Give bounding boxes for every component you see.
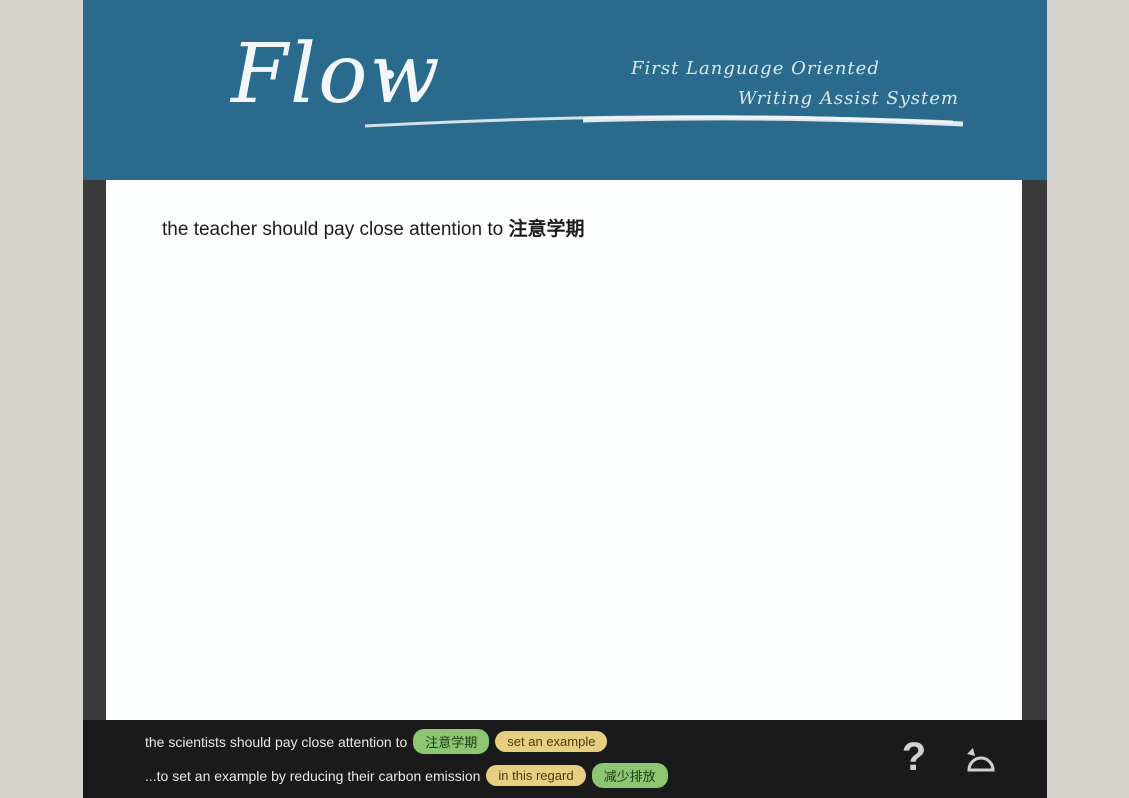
undo-icon[interactable]	[961, 740, 1001, 780]
suggestion-chip[interactable]: 注意学期	[413, 729, 490, 754]
tagline-line2: Writing Assist System	[738, 88, 959, 109]
tagline-line1: First Language Oriented	[631, 58, 880, 79]
suggestion-text: the scientists should pay close attentio…	[145, 733, 408, 750]
header-banner: Flow First Language Oriented Writing Ass…	[83, 0, 1047, 180]
suggestion-text: ...to set an example by reducing their c…	[145, 767, 481, 784]
suggestion-chip[interactable]: set an example	[495, 731, 608, 752]
editor-highlight: 注意学期	[508, 219, 585, 240]
suggestion-bar: the scientists should pay close attentio…	[83, 720, 1047, 798]
logo-dot-icon	[385, 70, 394, 79]
app-window: Flow First Language Oriented Writing Ass…	[83, 0, 1047, 798]
text-editor[interactable]: the teacher should pay close attention t…	[106, 180, 1022, 720]
suggestion-row[interactable]: the scientists should pay close attentio…	[145, 729, 608, 754]
suggestion-row[interactable]: ...to set an example by reducing their c…	[145, 763, 668, 788]
suggestion-chip[interactable]: 减少排放	[591, 763, 668, 788]
editor-text-prefix: the teacher should pay close attention t…	[162, 219, 509, 240]
editor-text: the teacher should pay close attention t…	[162, 214, 584, 241]
help-icon[interactable]: ?	[899, 734, 929, 780]
suggestion-chip[interactable]: in this regard	[486, 765, 586, 786]
